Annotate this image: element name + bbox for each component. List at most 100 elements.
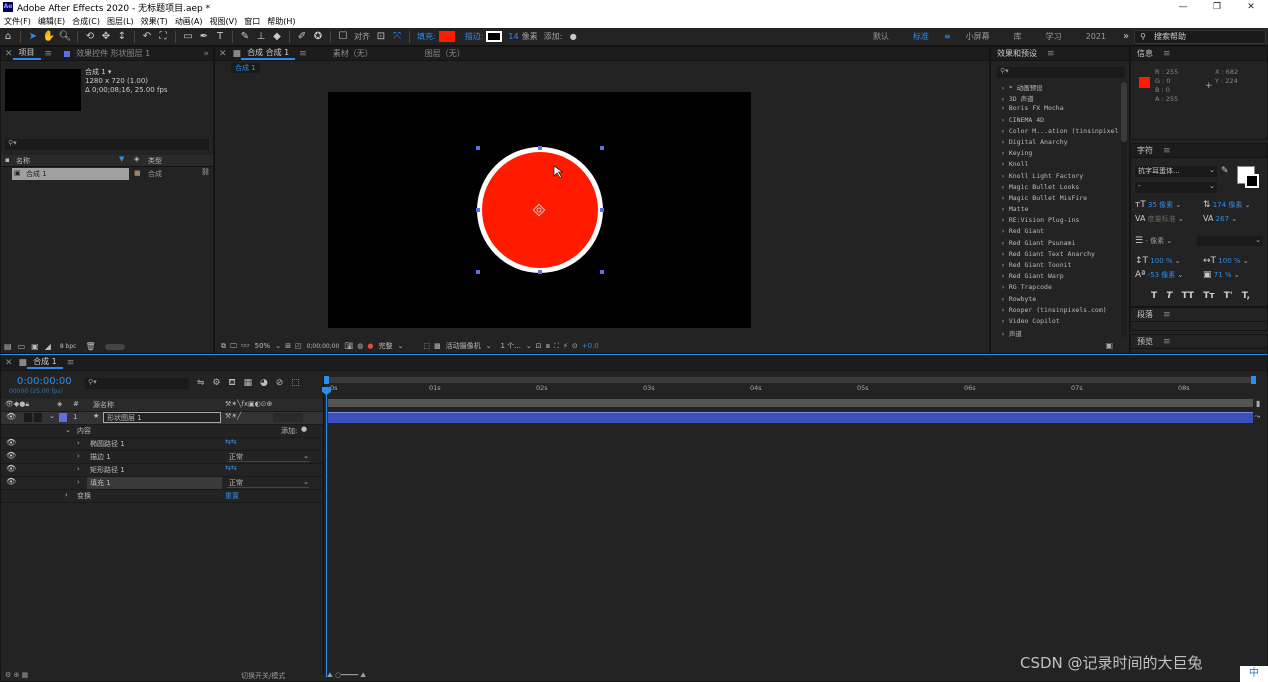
stroke-visibility-eye-icon[interactable]: 👁︎ [6, 451, 16, 460]
project-item-name[interactable]: 合成 1 [26, 169, 47, 179]
tab-timeline-comp[interactable]: 合成 1 [27, 356, 63, 369]
font-size-field[interactable]: ᴛT 35 像素 ⌄ [1135, 200, 1181, 210]
layer-visibility-eye-icon[interactable]: 👁︎ [6, 412, 16, 421]
brush-tool-icon[interactable]: ✎ [238, 30, 252, 44]
close-button[interactable]: ✕ [1234, 0, 1268, 14]
panel-close-icon[interactable]: ✕ [5, 49, 13, 59]
views-dropdown[interactable]: 1 个... [500, 341, 520, 351]
comp-info-name[interactable]: 合成 1 ▾ [85, 68, 168, 77]
rect-visibility-eye-icon[interactable]: 👁︎ [6, 464, 16, 473]
effects-list-item[interactable]: › Red Giant Text Anarchy [997, 250, 1119, 261]
col-name-header[interactable]: 名称 [16, 156, 30, 166]
puppet-tool-icon[interactable]: ✪ [311, 30, 325, 44]
effects-list-item[interactable]: › Digital Anarchy [997, 138, 1119, 149]
timeline-lock-icon[interactable]: ■ [19, 358, 28, 368]
rotate-tool-icon[interactable]: ↶ [140, 30, 154, 44]
toggle-switches-modes[interactable]: 切换开关/模式 [241, 671, 285, 681]
fast-preview-icon[interactable]: ⚡︎ [563, 342, 568, 350]
stroke-label[interactable]: 描边: [465, 31, 484, 42]
superscript-button[interactable]: T' [1224, 291, 1233, 301]
effects-list-item[interactable]: › Boris FX Mocha [997, 104, 1119, 115]
pen-tool-icon[interactable]: ✒ [197, 30, 211, 44]
panel-menu-icon[interactable]: ≡ [45, 49, 53, 59]
kerning-field[interactable]: VA 度量标准 ⌄ [1135, 214, 1184, 224]
fill-blend-mode-dropdown[interactable]: 正常 ⌄ [227, 478, 309, 488]
current-time-indicator[interactable] [326, 387, 327, 677]
sort-arrow-icon[interactable]: ▼ [119, 155, 124, 163]
roto-brush-tool-icon[interactable]: ✐ [295, 30, 309, 44]
stroke-width-value[interactable]: 14 [508, 32, 518, 41]
workspace-learn[interactable]: 学习 [1046, 31, 1062, 42]
timeline-menu-icon[interactable]: ≡ [67, 358, 75, 368]
effects-list-item[interactable]: › CINEMA 4D [997, 116, 1119, 127]
effects-list-item[interactable]: › Rooper (tinsinpixels.com) [997, 306, 1119, 317]
workspace-overflow-icon[interactable]: » [1119, 30, 1133, 44]
rect-path-direction-icon[interactable]: ⇆⇆ [225, 464, 237, 472]
layer-name-field[interactable]: 形状图层 1 [103, 412, 221, 423]
3d-renderer-icon[interactable]: ⊡ [536, 342, 542, 350]
stroke-color-swatch[interactable] [486, 31, 503, 42]
menu-composition[interactable]: 合成(C) [72, 16, 100, 27]
snap-icon[interactable]: ⊡ [374, 30, 388, 44]
snapshot-icon[interactable]: 📷︎ [344, 342, 353, 350]
time-ruler[interactable]: 0s 01s 02s 03s 04s 05s 06s 07s 08s [324, 384, 1256, 397]
effects-list-item[interactable]: › Red Giant Toonit [997, 261, 1119, 272]
workspace-library[interactable]: 库 [1014, 31, 1022, 42]
effects-list-item[interactable]: › Keying [997, 149, 1119, 160]
layer-bar-end-icon[interactable]: ⤳ [1254, 412, 1262, 422]
panel-overflow-icon[interactable]: » [203, 49, 209, 59]
col-type-header[interactable]: 类型 [148, 156, 162, 166]
transparency-grid-icon[interactable]: ◰ [295, 342, 302, 350]
camera-dropdown[interactable]: 活动摄像机 [446, 341, 481, 351]
clone-stamp-tool-icon[interactable]: ⊥ [254, 30, 268, 44]
comp-panel-close-icon[interactable]: ✕ [219, 49, 227, 59]
timeline-link-icon[interactable]: ⧈ [546, 342, 550, 351]
reset-exposure-icon[interactable]: ⊙ [572, 342, 578, 350]
stroke-style-dropdown[interactable]: ⌄ [1197, 236, 1263, 246]
subscript-button[interactable]: T, [1242, 291, 1250, 301]
menu-animation[interactable]: 动画(A) [175, 16, 203, 27]
all-caps-button[interactable]: TT [1182, 291, 1195, 301]
effects-list-item[interactable]: › Red Giant Psunami [997, 239, 1119, 250]
fill-label[interactable]: 填充: [417, 31, 436, 42]
effects-list-item[interactable]: › Video Copilot [997, 317, 1119, 328]
effects-list-item[interactable]: › 3D 声道 [997, 93, 1119, 104]
transform-reset-link[interactable]: 重置 [225, 491, 239, 501]
stroke-color-box[interactable] [1245, 174, 1259, 188]
render-region-icon[interactable]: ⬚ [291, 378, 300, 388]
project-item-row[interactable]: ▣ 合成 1 ■ 合成 ⛓ [1, 168, 213, 180]
workspace-default[interactable]: 默认 [873, 31, 889, 42]
layer-expand-icon[interactable]: ⌄ [49, 412, 55, 420]
font-style-dropdown[interactable]: - ⌄ [1135, 182, 1217, 193]
menu-window[interactable]: 窗口 [244, 16, 260, 27]
tab-layer[interactable]: 图层（无） [419, 48, 471, 59]
effects-list-item[interactable]: › RE:Vision Plug-ins [997, 216, 1119, 227]
show-snapshot-icon[interactable]: ◍ [357, 342, 363, 350]
contents-expand-icon[interactable]: ⌄ [65, 426, 71, 434]
faux-bold-button[interactable]: T [1151, 291, 1157, 301]
render-queue-icon[interactable]: ◢ [45, 342, 51, 351]
stroke-width-field[interactable]: ☰ - 像素 ⌄ [1135, 236, 1172, 246]
always-preview-icon[interactable]: ⧉ [221, 342, 226, 351]
effects-list-item[interactable]: › 声道 [997, 328, 1119, 337]
ellipse-path-row[interactable]: 👁︎ › 椭圆路径 1 ⇆⇆ [1, 438, 323, 451]
info-panel-menu-icon[interactable]: ≡ [1163, 49, 1171, 59]
workspace-standard[interactable]: 标准 [913, 31, 929, 42]
stroke-blend-mode-dropdown[interactable]: 正常 ⌄ [227, 452, 309, 462]
comp-mini-flowchart-icon[interactable]: ⇋ [197, 378, 205, 388]
effects-list-item[interactable]: › * 动画预设 [997, 82, 1119, 93]
fill-expand-icon[interactable]: › [77, 478, 80, 486]
menu-layer[interactable]: 图层(L) [107, 16, 134, 27]
tracking-field[interactable]: VA 267 ⌄ [1203, 214, 1237, 223]
effects-list-item[interactable]: › Red Giant [997, 227, 1119, 238]
interpret-footage-icon[interactable]: ▤ [4, 342, 12, 351]
paragraph-panel-title[interactable]: 段落 [1131, 309, 1159, 320]
graph-editor-icon[interactable]: ⊘ [276, 378, 284, 388]
add-shape-label[interactable]: 添加: [281, 426, 297, 436]
snap-options-icon[interactable]: ⤧ [390, 30, 404, 44]
tab-project[interactable]: 项目 [12, 47, 41, 60]
maximize-button[interactable]: ❐ [1200, 0, 1234, 14]
tab-composition[interactable]: 合成 合成 1 [241, 47, 296, 60]
layer-duration-bar[interactable] [328, 412, 1253, 423]
effects-list-item[interactable]: › Magic Bullet MisFire [997, 194, 1119, 205]
